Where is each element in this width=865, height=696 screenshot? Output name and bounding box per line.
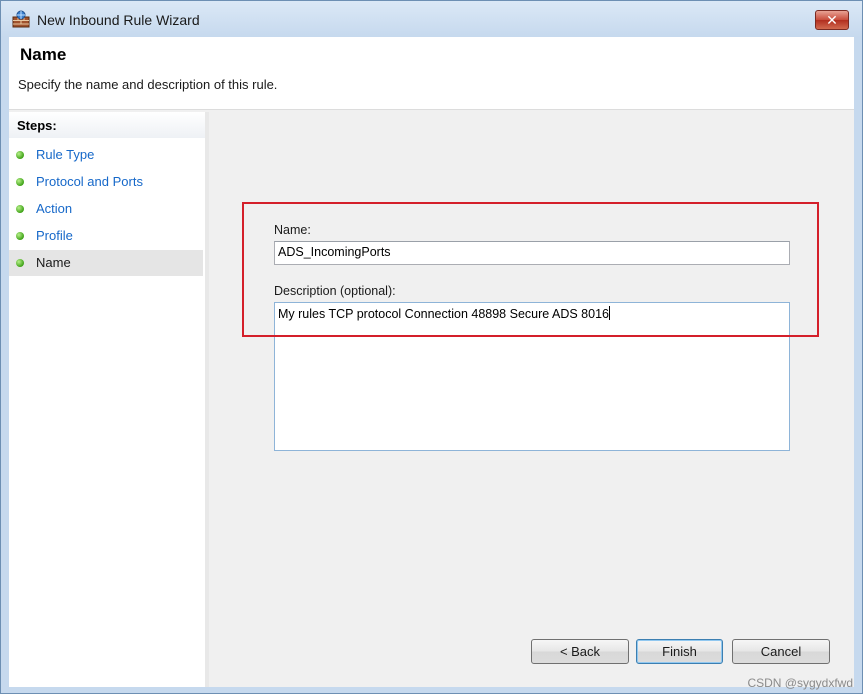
name-label: Name: [274, 223, 311, 237]
status-dot-icon [16, 151, 24, 159]
name-value: ADS_IncomingPorts [278, 245, 391, 259]
cancel-button[interactable]: Cancel [732, 639, 830, 664]
watermark: CSDN @sygydxfwd [747, 676, 853, 690]
steps-header: Steps: [9, 112, 205, 138]
title-bar[interactable]: New Inbound Rule Wizard ✕ [1, 1, 862, 37]
page-title: Name [20, 45, 67, 64]
step-label: Protocol and Ports [36, 174, 143, 189]
step-action[interactable]: Action [9, 196, 203, 222]
finish-button[interactable]: Finish [636, 639, 723, 664]
back-button[interactable]: < Back [531, 639, 629, 664]
close-icon: ✕ [826, 12, 838, 28]
step-profile[interactable]: Profile [9, 223, 203, 249]
page-description: Specify the name and description of this… [18, 77, 278, 92]
description-field[interactable]: My rules TCP protocol Connection 48898 S… [274, 302, 790, 451]
steps-panel: Steps: Rule Type Protocol and Ports Acti… [9, 112, 209, 687]
step-name: Name [9, 250, 203, 276]
status-dot-icon [16, 259, 24, 267]
window-title: New Inbound Rule Wizard [37, 12, 200, 28]
step-rule-type[interactable]: Rule Type [9, 142, 203, 168]
status-dot-icon [16, 205, 24, 213]
close-button[interactable]: ✕ [815, 10, 849, 30]
text-caret [608, 306, 610, 320]
step-label: Action [36, 201, 73, 216]
step-protocol-and-ports[interactable]: Protocol and Ports [9, 169, 203, 195]
status-dot-icon [16, 232, 24, 240]
step-label: Profile [36, 228, 73, 243]
description-label: Description (optional): [274, 284, 396, 298]
name-field[interactable]: ADS_IncomingPorts [274, 241, 790, 265]
step-label: Rule Type [36, 147, 95, 162]
wizard-window: New Inbound Rule Wizard ✕ Name Specify t… [0, 0, 863, 694]
status-dot-icon [16, 178, 24, 186]
description-value: My rules TCP protocol Connection 48898 S… [278, 307, 609, 321]
steps-heading: Steps: [17, 118, 57, 133]
firewall-icon [12, 10, 30, 28]
wizard-header: Name Specify the name and description of… [9, 37, 854, 110]
step-label: Name [36, 255, 71, 270]
